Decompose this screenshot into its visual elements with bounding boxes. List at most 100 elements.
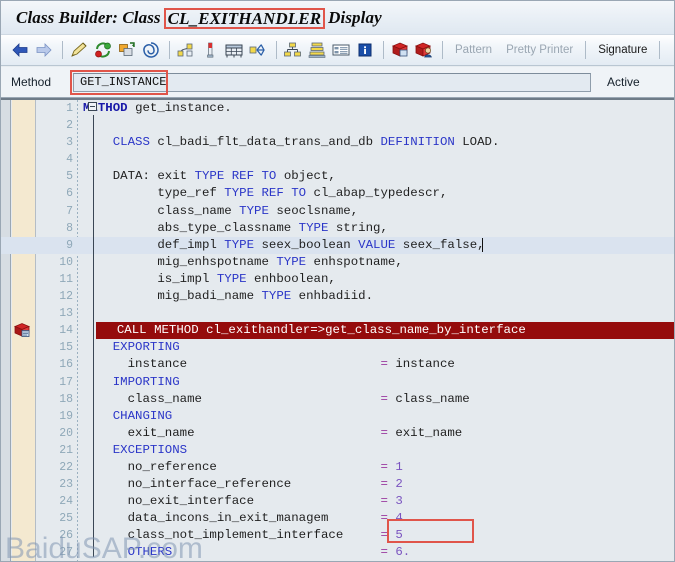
code-line[interactable]: 16 instance = instance: [1, 356, 674, 373]
line-number: 25: [59, 512, 73, 526]
code-line[interactable]: 17 IMPORTING: [1, 374, 674, 391]
code-text: type_ref TYPE REF TO cl_abap_typedescr,: [157, 186, 448, 201]
code-line[interactable]: 23 no_interface_reference = 2: [1, 476, 674, 493]
line-number: 4: [66, 153, 73, 167]
title-class-name-highlight: CL_EXITHANDLER: [163, 7, 326, 30]
code-line[interactable]: 13: [1, 305, 674, 322]
code-text: def_impl TYPE seex_boolean VALUE seex_fa…: [157, 237, 485, 252]
class-hierarchy-icon[interactable]: [282, 39, 304, 61]
activate-icon[interactable]: [92, 39, 114, 61]
line-number: 8: [66, 221, 73, 235]
line-number: 16: [59, 358, 73, 372]
code-line[interactable]: 21 EXCEPTIONS: [1, 442, 674, 459]
line-number: 12: [59, 290, 73, 304]
line-number: 9: [66, 238, 73, 252]
pattern-button[interactable]: Pattern: [448, 44, 499, 56]
signature-button[interactable]: Signature: [591, 44, 654, 56]
breakpoint-icon[interactable]: [199, 39, 221, 61]
copy-object-icon[interactable]: [116, 39, 138, 61]
code-text: EXCEPTIONS: [112, 442, 188, 457]
breakpoint-marker-icon[interactable]: [13, 322, 33, 339]
code-text: mig_badi_name TYPE enhbadiid.: [157, 289, 374, 304]
code-text: data_incons_in_exit_managem = 4: [127, 511, 403, 526]
code-text: CALL METHOD cl_exithandler=>get_class_na…: [116, 323, 526, 338]
code-line[interactable]: 20 exit_name = exit_name: [1, 425, 674, 442]
code-line[interactable]: 22 no_reference = 1: [1, 459, 674, 476]
pretty-printer-button[interactable]: Pretty Printer: [499, 44, 580, 56]
code-line[interactable]: 3 CLASS cl_badi_flt_data_trans_and_db DE…: [1, 134, 674, 151]
code-block-structure-line: [93, 115, 94, 557]
code-line[interactable]: 26 class_not_implement_interface = 5: [1, 527, 674, 544]
status-badge: Active: [607, 75, 640, 89]
toolbar-separator: [442, 41, 443, 59]
method-field-wrapper: GET_INSTANCE: [70, 69, 591, 95]
list-icon[interactable]: [330, 39, 352, 61]
code-line[interactable]: 27 OTHERS = 6.: [1, 544, 674, 561]
line-number: 10: [59, 255, 73, 269]
code-line[interactable]: 25 data_incons_in_exit_managem = 4: [1, 510, 674, 527]
code-line[interactable]: 14 CALL METHOD cl_exithandler=>get_class…: [1, 322, 674, 340]
line-number: 15: [59, 341, 73, 355]
forward-arrow-icon[interactable]: [33, 39, 55, 61]
line-number: 26: [59, 529, 73, 543]
code-text: abs_type_classname TYPE string,: [157, 220, 388, 235]
code-line[interactable]: 18 class_name = class_name: [1, 391, 674, 408]
toolbar-separator: [383, 41, 384, 59]
user-object-icon[interactable]: [413, 39, 435, 61]
code-line[interactable]: 2: [1, 117, 674, 134]
expand-arrows-icon[interactable]: [247, 39, 269, 61]
code-text: CLASS cl_badi_flt_data_trans_and_db DEFI…: [112, 135, 500, 150]
code-text: class_name = class_name: [127, 391, 470, 406]
package-icon[interactable]: [389, 39, 411, 61]
line-number: 27: [59, 546, 73, 560]
code-line[interactable]: 24 no_exit_interface = 3: [1, 493, 674, 510]
code-text: class_name TYPE seoclsname,: [157, 203, 359, 218]
spiral-icon[interactable]: [140, 39, 162, 61]
code-line[interactable]: 10 mig_enhspotname TYPE enhspotname,: [1, 254, 674, 271]
code-text: CHANGING: [112, 408, 173, 423]
code-text: no_exit_interface = 3: [127, 494, 403, 509]
code-line[interactable]: 6 type_ref TYPE REF TO cl_abap_typedescr…: [1, 185, 674, 202]
toolbar-separator: [169, 41, 170, 59]
line-number: 19: [59, 409, 73, 423]
pencil-check-icon[interactable]: [68, 39, 90, 61]
toolbar-separator: [62, 41, 63, 59]
table-icon[interactable]: [223, 39, 245, 61]
line-number: 22: [59, 460, 73, 474]
code-line[interactable]: 19 CHANGING: [1, 408, 674, 425]
line-number: 6: [66, 187, 73, 201]
code-text: EXPORTING: [112, 340, 180, 355]
code-line[interactable]: 8 abs_type_classname TYPE string,: [1, 220, 674, 237]
line-number: 3: [66, 136, 73, 150]
line-number: 11: [59, 272, 73, 286]
method-input[interactable]: GET_INSTANCE: [73, 72, 591, 92]
fold-collapse-icon[interactable]: [88, 102, 97, 111]
back-arrow-icon[interactable]: [9, 39, 31, 61]
title-suffix: Display: [328, 7, 382, 27]
code-editor[interactable]: 1 METHOD get_instance. 2 3 CLASS cl_badi_fl…: [1, 98, 674, 561]
code-lines-container[interactable]: 1 METHOD get_instance. 2 3 CLASS cl_badi_fl…: [1, 100, 674, 561]
code-text: mig_enhspotname TYPE enhspotname,: [157, 254, 403, 269]
code-line[interactable]: 4: [1, 151, 674, 168]
code-text: no_interface_reference = 2: [127, 477, 403, 492]
code-text: instance = instance: [127, 357, 455, 372]
code-text: METHOD get_instance.: [83, 101, 232, 115]
info-icon[interactable]: [354, 39, 376, 61]
code-line[interactable]: 1 METHOD get_instance.: [1, 100, 674, 117]
inheritance-icon[interactable]: [306, 39, 328, 61]
toolbar-separator: [276, 41, 277, 59]
code-text: class_not_implement_interface = 5: [127, 528, 403, 543]
code-line[interactable]: 12 mig_badi_name TYPE enhbadiid.: [1, 288, 674, 305]
navigation-graph-icon[interactable]: [175, 39, 197, 61]
code-text: IMPORTING: [112, 374, 180, 389]
code-line[interactable]: 5 DATA: exit TYPE REF TO object,: [1, 168, 674, 185]
code-line[interactable]: 15 EXPORTING: [1, 339, 674, 356]
code-line[interactable]: 7 class_name TYPE seoclsname,: [1, 203, 674, 220]
code-line[interactable]: 11 is_impl TYPE enhboolean,: [1, 271, 674, 288]
title-prefix: Class Builder: Class: [16, 7, 161, 27]
window-title-bar: Class Builder: Class CL_EXITHANDLER Disp…: [1, 1, 674, 35]
code-line[interactable]: 9 def_impl TYPE seex_boolean VALUE seex_…: [1, 236, 674, 254]
line-number: 18: [59, 392, 73, 406]
code-text: exit_name = exit_name: [127, 425, 463, 440]
line-number: 17: [59, 375, 73, 389]
